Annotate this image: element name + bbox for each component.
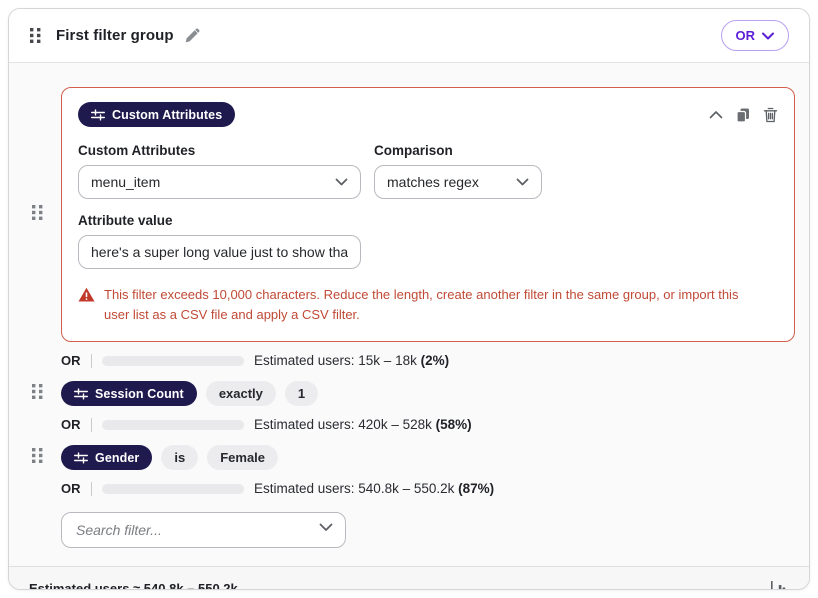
comparison-field-label: Comparison <box>374 143 542 158</box>
filter-gutter <box>31 447 61 469</box>
filter-row-session-count: Session Count exactly 1 <box>31 381 795 406</box>
group-footer: Estimated users ≈ 540.8k – 550.2k <box>9 566 809 590</box>
filter-sliders-icon <box>74 452 88 464</box>
comparison-pill[interactable]: exactly <box>206 381 276 406</box>
attribute-value-field: Attribute value <box>78 213 778 269</box>
estimate-label: Estimated users: 420k – 528k <box>254 417 432 432</box>
attribute-field-label: Custom Attributes <box>78 143 361 158</box>
filter-gutter <box>31 204 61 226</box>
filter-type-badge[interactable]: Gender <box>61 445 152 470</box>
estimate-row: OR Estimated users: 15k – 18k (2%) <box>61 353 795 368</box>
comparison-select-value: matches regex <box>387 174 516 190</box>
estimate-text: Estimated users: 420k – 528k (58%) <box>254 417 472 432</box>
estimate-text: Estimated users: 15k – 18k (2%) <box>254 353 449 368</box>
estimate-row: OR Estimated users: 420k – 528k (58%) <box>61 417 795 432</box>
comparison-field: Comparison matches regex <box>374 143 542 199</box>
value-pill[interactable]: Female <box>207 445 278 470</box>
filter-sliders-icon <box>74 388 88 400</box>
drag-handle-icon[interactable] <box>29 27 42 44</box>
drag-handle-icon[interactable] <box>31 383 44 405</box>
divider <box>91 354 92 368</box>
stats-chart-button[interactable] <box>770 580 789 591</box>
group-header: First filter group OR <box>9 9 809 63</box>
comparison-select[interactable]: matches regex <box>374 165 542 199</box>
group-operator-label: OR <box>736 28 756 43</box>
estimate-row: OR Estimated users: 540.8k – 550.2k (87%… <box>61 481 795 496</box>
chevron-down-icon <box>335 178 348 186</box>
row-operator-label: OR <box>61 417 85 432</box>
filter-gutter <box>31 383 61 405</box>
filter-type-badge[interactable]: Session Count <box>61 381 197 406</box>
warning-triangle-icon <box>78 287 95 303</box>
chevron-up-icon <box>709 110 723 119</box>
attribute-value-label: Attribute value <box>78 213 778 228</box>
drag-handle-icon[interactable] <box>31 447 44 469</box>
estimate-label: Estimated users: 15k – 18k <box>254 353 417 368</box>
copy-icon <box>735 107 751 123</box>
estimate-label: Estimated users: 540.8k – 550.2k <box>254 481 454 496</box>
attribute-value-input[interactable] <box>78 235 361 269</box>
divider <box>91 418 92 432</box>
row-operator-label: OR <box>61 353 85 368</box>
filter-type-label: Session Count <box>95 387 184 401</box>
filter-row-gender: Gender is Female <box>31 445 795 470</box>
group-title: First filter group <box>56 27 174 44</box>
divider <box>91 482 92 496</box>
edit-title-button[interactable] <box>183 27 201 45</box>
row-operator-label: OR <box>61 481 85 496</box>
estimate-bar <box>102 356 244 366</box>
filter-type-label: Custom Attributes <box>112 108 222 122</box>
duplicate-filter-button[interactable] <box>735 107 751 123</box>
bar-chart-icon <box>770 580 789 591</box>
estimate-text: Estimated users: 540.8k – 550.2k (87%) <box>254 481 494 496</box>
attribute-select-value: menu_item <box>91 174 335 190</box>
delete-filter-button[interactable] <box>763 107 778 123</box>
chevron-down-icon <box>762 32 774 40</box>
estimate-percent: (58%) <box>436 417 472 432</box>
filter-card-error: Custom Attributes <box>61 87 795 342</box>
filter-type-label: Gender <box>95 451 139 465</box>
group-body: Custom Attributes <box>9 63 809 566</box>
warning-message: This filter exceeds 10,000 characters. R… <box>104 285 758 325</box>
trash-icon <box>763 107 778 123</box>
drag-handle-icon[interactable] <box>31 204 44 226</box>
filter-type-badge: Custom Attributes <box>78 102 235 127</box>
attribute-select[interactable]: menu_item <box>78 165 361 199</box>
estimate-percent: (87%) <box>458 481 494 496</box>
add-filter-search <box>61 512 346 548</box>
value-pill[interactable]: 1 <box>285 381 318 406</box>
comparison-pill[interactable]: is <box>161 445 198 470</box>
estimate-percent: (2%) <box>421 353 450 368</box>
filter-row-custom-attributes: Custom Attributes <box>31 87 795 342</box>
filter-warning: This filter exceeds 10,000 characters. R… <box>78 285 778 325</box>
estimate-bar <box>102 484 244 494</box>
estimate-bar <box>102 420 244 430</box>
search-filter-input[interactable] <box>61 512 346 548</box>
group-operator-dropdown[interactable]: OR <box>721 20 790 51</box>
footer-estimate-summary: Estimated users ≈ 540.8k – 550.2k <box>29 581 238 591</box>
filter-sliders-icon <box>91 109 105 121</box>
chevron-down-icon <box>516 178 529 186</box>
attribute-field: Custom Attributes menu_item <box>78 143 361 199</box>
filter-group-card: First filter group OR <box>8 8 810 590</box>
collapse-filter-button[interactable] <box>709 110 723 119</box>
